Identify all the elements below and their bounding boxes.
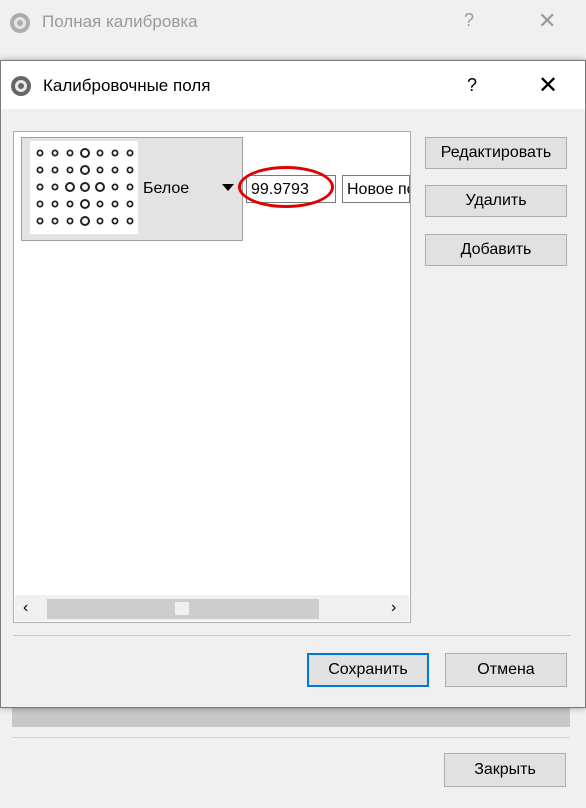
app-gear-icon [10, 13, 30, 33]
help-button[interactable]: ? [435, 61, 509, 109]
fields-list: Белое 99.9793 Новое поле ‹ › [13, 131, 411, 623]
close-icon[interactable]: ✕ [511, 61, 585, 109]
edit-button[interactable]: Редактировать [425, 137, 567, 169]
save-button[interactable]: Сохранить [307, 653, 429, 687]
background-window-titlebar: Полная калибровка ? ✕ [0, 0, 586, 46]
field-type-select[interactable]: Белое [143, 180, 189, 198]
horizontal-scrollbar[interactable]: ‹ › [15, 595, 409, 621]
background-separator [12, 737, 570, 738]
add-button[interactable]: Добавить [425, 234, 567, 266]
close-button[interactable]: Закрыть [444, 753, 566, 787]
dropdown-arrow-icon[interactable] [222, 184, 234, 191]
dialog-title: Калибровочные поля [43, 76, 211, 95]
background-progress-bar [12, 705, 570, 727]
scroll-left-icon[interactable]: ‹ [23, 599, 28, 617]
background-window-title: Полная калибровка [42, 12, 198, 31]
field-row[interactable]: Белое [21, 137, 243, 241]
dialog-titlebar: Калибровочные поля ? ✕ [1, 61, 585, 109]
calibration-fields-dialog: Калибровочные поля ? ✕ Белое 99.9793 Нов… [0, 60, 586, 708]
background-help-button[interactable]: ? [464, 10, 474, 31]
dialog-separator [13, 635, 571, 636]
cancel-button[interactable]: Отмена [445, 653, 567, 687]
app-gear-icon [11, 76, 31, 96]
scroll-thumb[interactable] [175, 602, 189, 615]
scroll-right-icon[interactable]: › [391, 599, 396, 617]
field-name-input[interactable]: Новое поле [342, 175, 410, 203]
dot-pattern-thumbnail [30, 141, 138, 234]
background-close-icon[interactable]: ✕ [538, 8, 556, 34]
delete-button[interactable]: Удалить [425, 185, 567, 217]
highlight-annotation [238, 166, 334, 208]
